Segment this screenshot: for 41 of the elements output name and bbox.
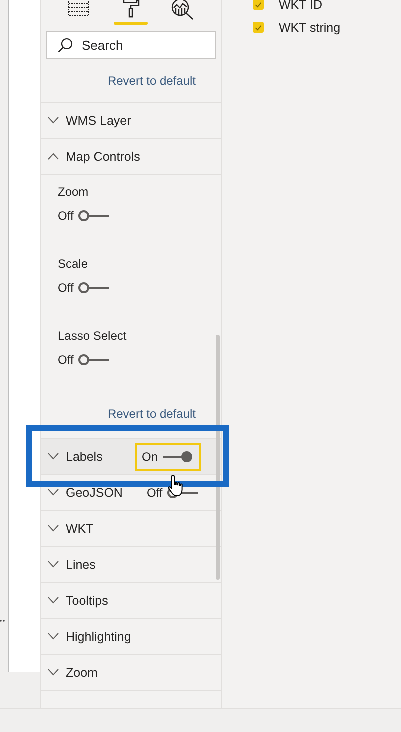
paint-roller-icon (121, 0, 141, 18)
chevron-icon (48, 525, 59, 532)
revert-link[interactable]: Revert to default (108, 74, 196, 88)
search-field[interactable]: Search (46, 31, 216, 59)
table-icon (68, 0, 90, 17)
setting-label: Scale (58, 256, 90, 272)
field-name: WKT ID (279, 0, 323, 12)
section-header[interactable]: Map Controls (41, 139, 221, 175)
toggle-switch[interactable] (78, 282, 110, 294)
toggle-switch[interactable] (166, 486, 199, 498)
analytics-icon (171, 0, 195, 20)
setting-label: Lasso Select (58, 328, 128, 344)
chevron-icon (48, 153, 59, 160)
chevron-icon (48, 453, 59, 460)
chevron-icon (48, 597, 59, 604)
search-icon (58, 38, 73, 53)
setting-label: Zoom (58, 184, 90, 200)
chevron-icon (48, 489, 59, 496)
toggle-state: Off (58, 353, 74, 367)
pane-tab[interactable] (114, 0, 148, 25)
toggle-state: Off (58, 209, 74, 223)
chevron-icon (48, 117, 59, 124)
toggle-state: Off (58, 281, 74, 295)
toggle-switch[interactable] (78, 210, 110, 222)
checkbox[interactable] (253, 22, 264, 33)
chevron-icon (48, 633, 59, 640)
more-icon[interactable] (0, 619, 5, 623)
chevron-icon (48, 561, 59, 568)
toggle-state: Off (146, 486, 163, 500)
section-header[interactable]: WMS Layer (41, 103, 221, 139)
toggle-switch[interactable] (162, 450, 194, 462)
revert-link[interactable]: Revert to default (108, 407, 196, 421)
field-name: WKT string (279, 20, 341, 34)
toggle-state: On (142, 450, 158, 464)
chevron-icon (48, 669, 59, 676)
section-header[interactable]: Labels On (41, 439, 221, 475)
section-header[interactable]: Highlighting (41, 619, 221, 655)
toggle-switch[interactable] (78, 354, 110, 366)
section-header[interactable]: Tooltips (41, 583, 221, 619)
section-header[interactable]: Zoom (41, 655, 221, 691)
checkbox[interactable] (253, 0, 264, 10)
